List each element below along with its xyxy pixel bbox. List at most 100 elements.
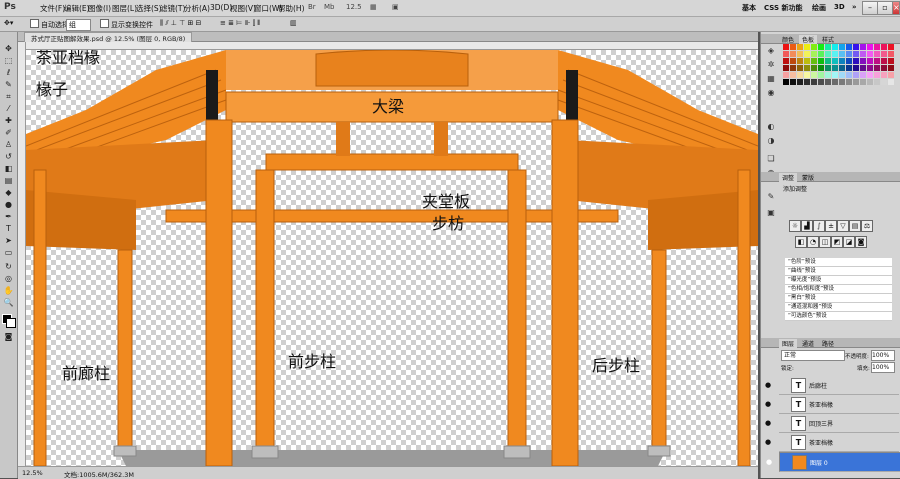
mask-icon[interactable]: ◑ — [765, 136, 777, 147]
align-icons[interactable]: ⫼ ⫽ ⊥ ⊤ ⊞ ⊟ — [160, 19, 201, 28]
menu-image[interactable]: 图像(I) — [88, 3, 111, 14]
close-icon[interactable]: × — [892, 1, 900, 15]
move-tool-icon[interactable]: ✥ — [3, 44, 14, 53]
visibility-eye-icon[interactable]: ● — [765, 419, 771, 427]
curves-icon[interactable]: ∫ — [813, 220, 825, 232]
bridge-icon[interactable]: Br — [308, 3, 316, 11]
layers-icon[interactable]: ❏ — [765, 154, 777, 165]
type-tool-icon[interactable]: T — [3, 224, 14, 233]
workspace-3d[interactable]: 3D — [834, 3, 845, 11]
threshold-icon[interactable]: ◙ — [855, 236, 867, 248]
color-swatch[interactable] — [783, 51, 789, 57]
status-zoom[interactable]: 12.5% — [22, 469, 43, 477]
color-swatch[interactable] — [846, 65, 852, 71]
color-swatch[interactable] — [881, 65, 887, 71]
color-swatch[interactable] — [818, 72, 824, 78]
preset-selective-color[interactable]: “可选颜色”预设 — [785, 312, 892, 321]
tab-swatches[interactable]: 色板 — [799, 35, 818, 44]
levels-icon[interactable]: ▟ — [801, 220, 813, 232]
quick-mask-icon[interactable]: ◙ — [3, 332, 14, 341]
screen-mode-icon[interactable]: ▣ — [392, 3, 399, 11]
layer-row[interactable]: ● T 后廊柱 — [765, 376, 899, 395]
color-swatch[interactable] — [783, 58, 789, 64]
color-swatch[interactable] — [846, 51, 852, 57]
color-swatch[interactable] — [860, 51, 866, 57]
blur-tool-icon[interactable]: ◆ — [3, 188, 14, 197]
tab-layers[interactable]: 图层 — [779, 339, 798, 348]
color-swatch[interactable] — [860, 44, 866, 50]
swatch-icon[interactable]: ▦ — [765, 74, 777, 85]
color-swatch[interactable] — [853, 51, 859, 57]
tab-channels[interactable]: 通道 — [799, 339, 817, 348]
horizontal-ruler[interactable] — [26, 42, 758, 50]
color-swatch[interactable] — [804, 58, 810, 64]
lasso-tool-icon[interactable]: ℓ — [3, 68, 14, 77]
color-swatch[interactable] — [832, 79, 838, 85]
path-select-icon[interactable]: ➤ — [3, 236, 14, 245]
brightness-icon[interactable]: ☼ — [789, 220, 801, 232]
color-swatch[interactable] — [811, 44, 817, 50]
color-swatch[interactable] — [804, 79, 810, 85]
zoom-level[interactable]: 12.5 — [346, 3, 362, 11]
arrange-icon[interactable]: ▦ — [370, 3, 377, 11]
restore-icon[interactable]: ▫ — [877, 1, 893, 15]
dodge-tool-icon[interactable]: ● — [3, 200, 14, 209]
gradient-tool-icon[interactable]: ▤ — [3, 176, 14, 185]
quick-select-icon[interactable]: ✎ — [3, 80, 14, 89]
color-swatch[interactable] — [867, 51, 873, 57]
color-swatch[interactable] — [804, 72, 810, 78]
color-swatch[interactable] — [818, 65, 824, 71]
visibility-eye-icon[interactable]: ● — [765, 438, 771, 446]
color-swatch[interactable] — [874, 79, 880, 85]
menu-help[interactable]: 帮助(H) — [278, 3, 305, 14]
pen-tool-icon[interactable]: ✒ — [3, 212, 14, 221]
layer-row[interactable]: ● T 茶亚档椽 — [765, 395, 899, 414]
minibridge-icon[interactable]: Mb — [324, 3, 334, 11]
menu-file[interactable]: 文件(F) — [40, 3, 65, 14]
invert-icon[interactable]: ◩ — [831, 236, 843, 248]
color-swatch[interactable] — [818, 44, 824, 50]
color-swatch[interactable] — [846, 44, 852, 50]
color-swatch[interactable] — [860, 65, 866, 71]
color-swatch[interactable] — [783, 65, 789, 71]
color-swatch[interactable] — [888, 72, 894, 78]
posterize-icon[interactable]: ◪ — [843, 236, 855, 248]
color-swatch[interactable] — [860, 58, 866, 64]
color-swatch[interactable] — [797, 65, 803, 71]
color-swatch[interactable] — [818, 51, 824, 57]
minimize-icon[interactable]: – — [862, 1, 878, 15]
menu-select[interactable]: 选择(S) — [136, 3, 162, 14]
color-swatch[interactable] — [797, 79, 803, 85]
exposure-icon[interactable]: ± — [825, 220, 837, 232]
rotate-3d-icon[interactable]: ↻ — [3, 262, 14, 271]
history-brush-icon[interactable]: ↺ — [3, 152, 14, 161]
color-swatch[interactable] — [839, 65, 845, 71]
color-swatch[interactable] — [790, 44, 796, 50]
background-color-swatch[interactable] — [6, 318, 16, 328]
color-swatch[interactable] — [888, 58, 894, 64]
color-swatch[interactable] — [853, 44, 859, 50]
workspace-more[interactable]: » — [852, 3, 857, 11]
color-swatch[interactable] — [797, 72, 803, 78]
hand-tool-icon[interactable]: ✋ — [3, 286, 14, 295]
history-icon[interactable]: ◈ — [765, 46, 777, 57]
show-transform-checkbox[interactable]: 显示变换控件 — [100, 19, 153, 30]
color-swatch[interactable] — [790, 79, 796, 85]
color-swatch[interactable] — [790, 51, 796, 57]
crop-tool-icon[interactable]: ⌗ — [3, 92, 14, 101]
color-swatch[interactable] — [860, 79, 866, 85]
move-tool-icon[interactable]: ✥▾ — [4, 19, 13, 27]
swatch-grid[interactable] — [783, 44, 899, 90]
color-swatch[interactable] — [888, 51, 894, 57]
marquee-tool-icon[interactable]: ⬚ — [3, 56, 14, 65]
color-swatch[interactable] — [853, 58, 859, 64]
color-swatch[interactable] — [839, 51, 845, 57]
vibrance-icon[interactable]: ▽ — [837, 220, 849, 232]
color-swatch[interactable] — [811, 58, 817, 64]
color-swatch[interactable] — [783, 72, 789, 78]
color-swatch[interactable] — [783, 44, 789, 50]
color-swatch[interactable] — [811, 72, 817, 78]
preset-bw[interactable]: “黑白”预设 — [785, 294, 892, 303]
color-swatch[interactable] — [874, 65, 880, 71]
color-swatch[interactable] — [825, 79, 831, 85]
